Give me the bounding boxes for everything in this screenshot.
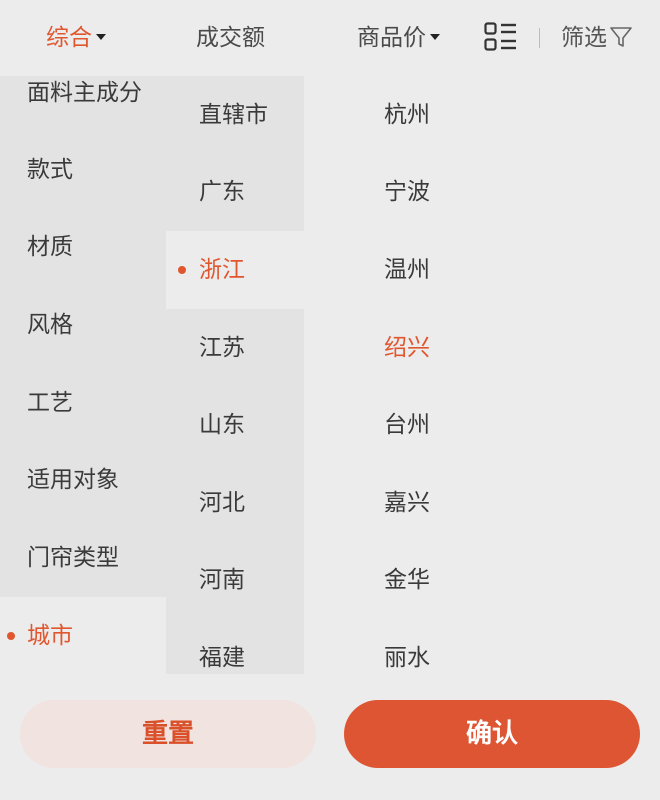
category-item[interactable]: 门帘类型 bbox=[0, 519, 166, 597]
city-label: 温州 bbox=[384, 257, 430, 283]
category-item[interactable]: 款式 bbox=[0, 131, 166, 209]
sort-turnover[interactable]: 成交额 bbox=[196, 20, 265, 56]
province-item[interactable]: 河南 bbox=[166, 541, 304, 619]
city-item[interactable]: 宁波 bbox=[304, 153, 660, 231]
city-item[interactable]: 台州 bbox=[304, 386, 660, 464]
city-label: 台州 bbox=[384, 412, 430, 438]
province-label: 河南 bbox=[199, 567, 245, 593]
sort-comprehensive[interactable]: 综合 bbox=[46, 20, 106, 56]
province-label: 直辖市 bbox=[199, 102, 268, 128]
filter-button[interactable]: 筛选 bbox=[561, 20, 633, 56]
province-item[interactable]: 福建 bbox=[166, 619, 304, 674]
city-label: 杭州 bbox=[384, 102, 430, 128]
sort-price-label: 商品价 bbox=[357, 25, 426, 51]
province-item[interactable]: 江苏 bbox=[166, 309, 304, 387]
category-label: 面料主成分 bbox=[27, 80, 142, 106]
city-label: 宁波 bbox=[384, 179, 430, 205]
category-item[interactable]: 适用对象 bbox=[0, 441, 166, 519]
sort-turnover-label: 成交额 bbox=[196, 25, 265, 51]
caret-down-icon bbox=[96, 33, 106, 40]
city-label: 金华 bbox=[384, 567, 430, 593]
list-grid-icon[interactable] bbox=[484, 22, 518, 52]
sort-bar: 综合 成交额 商品价 筛选 bbox=[0, 0, 660, 76]
sort-price[interactable]: 商品价 bbox=[357, 20, 440, 56]
selected-dot-icon bbox=[178, 266, 186, 274]
category-label: 材质 bbox=[27, 234, 73, 260]
divider bbox=[539, 28, 540, 48]
city-label: 丽水 bbox=[384, 645, 430, 671]
province-label: 江苏 bbox=[199, 335, 245, 361]
caret-down-icon bbox=[430, 33, 440, 40]
city-item[interactable]: 温州 bbox=[304, 231, 660, 309]
category-label: 适用对象 bbox=[27, 467, 119, 493]
province-item[interactable]: 山东 bbox=[166, 386, 304, 464]
city-item[interactable]: 杭州 bbox=[304, 76, 660, 154]
category-label: 城市 bbox=[27, 623, 73, 649]
category-item-selected[interactable]: 城市 bbox=[0, 597, 166, 674]
category-label: 门帘类型 bbox=[27, 545, 119, 571]
category-label: 风格 bbox=[27, 312, 73, 338]
category-label: 款式 bbox=[27, 157, 73, 183]
city-item[interactable]: 丽水 bbox=[304, 619, 660, 674]
province-label: 福建 bbox=[199, 645, 245, 671]
province-label: 河北 bbox=[199, 490, 245, 516]
category-item[interactable]: 面料主成分 bbox=[0, 76, 166, 132]
city-label: 嘉兴 bbox=[384, 490, 430, 516]
province-label: 广东 bbox=[199, 179, 245, 205]
city-item[interactable]: 金华 bbox=[304, 541, 660, 619]
category-list: 面料主成分 款式 材质 风格 工艺 适用对象 门帘类型 城市 bbox=[0, 76, 166, 674]
reset-button[interactable]: 重置 bbox=[20, 700, 316, 768]
sort-comprehensive-label: 综合 bbox=[46, 25, 92, 51]
province-label: 浙江 bbox=[199, 257, 245, 283]
category-item[interactable]: 工艺 bbox=[0, 364, 166, 442]
city-item[interactable]: 嘉兴 bbox=[304, 464, 660, 542]
category-item[interactable]: 风格 bbox=[0, 286, 166, 364]
province-item[interactable]: 直辖市 bbox=[166, 76, 304, 154]
province-list: 直辖市 广东 浙江 江苏 山东 河北 河南 福建 bbox=[166, 76, 304, 674]
city-item-selected[interactable]: 绍兴 bbox=[304, 309, 660, 387]
city-list: 杭州 宁波 温州 绍兴 台州 嘉兴 金华 丽水 bbox=[304, 76, 660, 674]
city-label: 绍兴 bbox=[384, 335, 430, 361]
province-item[interactable]: 广东 bbox=[166, 153, 304, 231]
category-item[interactable]: 材质 bbox=[0, 208, 166, 286]
province-item-selected[interactable]: 浙江 bbox=[166, 231, 304, 309]
province-label: 山东 bbox=[199, 412, 245, 438]
selected-dot-icon bbox=[7, 632, 15, 640]
province-item[interactable]: 河北 bbox=[166, 464, 304, 542]
confirm-button[interactable]: 确认 bbox=[344, 700, 640, 768]
funnel-icon bbox=[610, 26, 632, 47]
filter-label: 筛选 bbox=[561, 25, 607, 51]
category-label: 工艺 bbox=[27, 390, 73, 416]
